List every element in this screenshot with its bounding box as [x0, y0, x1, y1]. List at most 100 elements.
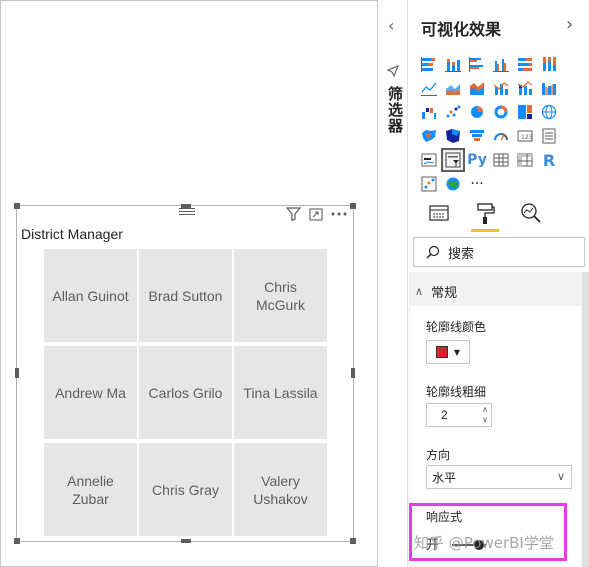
format-search-input[interactable]: 搜索: [413, 237, 585, 267]
ribbon-chart-icon[interactable]: [537, 76, 561, 100]
section-general-header[interactable]: ∧ 常规: [415, 282, 457, 301]
resize-handle-bottom-left[interactable]: [14, 538, 20, 544]
visual-header-icons: [286, 206, 347, 222]
blank-slot: [561, 52, 585, 76]
outline-weight-stepper[interactable]: 2 ∧ ∨: [426, 403, 492, 427]
slicer-tile[interactable]: Carlos Grilo: [139, 346, 232, 439]
slicer-tile[interactable]: Brad Sutton: [139, 249, 232, 342]
visual-type-gallery: 123 Py R ···: [417, 52, 585, 196]
chevron-up-icon: ∧: [415, 285, 424, 298]
slicer-tiles: Allan Guinot Brad Sutton Chris McGurk An…: [44, 249, 329, 536]
orientation-label: 方向: [426, 448, 451, 462]
section-title: 常规: [431, 286, 458, 301]
visualizations-pane-title: 可视化效果: [421, 20, 502, 39]
slicer-tile[interactable]: Annelie Zubar: [44, 443, 137, 536]
area-chart-icon[interactable]: [441, 76, 465, 100]
scatter-chart-icon[interactable]: [441, 100, 465, 124]
kpi-icon[interactable]: [417, 148, 441, 172]
waterfall-chart-icon[interactable]: [417, 100, 441, 124]
resize-handle-bottom-right[interactable]: [350, 538, 356, 544]
color-swatch: [435, 346, 448, 358]
svg-text:123: 123: [521, 134, 533, 141]
more-options-icon[interactable]: [331, 212, 347, 216]
more-visuals-icon[interactable]: ···: [465, 172, 489, 196]
orientation-dropdown[interactable]: 水平 ∨: [426, 465, 572, 489]
format-panel-scrollbar[interactable]: [582, 272, 589, 567]
outline-weight-value: 2: [441, 408, 448, 422]
map-icon[interactable]: [537, 100, 561, 124]
blank-slot: [561, 148, 585, 172]
slicer-visual[interactable]: District Manager Allan Guinot Brad Sutto…: [14, 203, 356, 544]
search-icon: [426, 245, 440, 259]
tab-fields[interactable]: [425, 202, 453, 232]
stacked-column-icon[interactable]: [441, 52, 465, 76]
arcgis-map-icon[interactable]: [441, 172, 465, 196]
slicer-type-icon[interactable]: [441, 148, 465, 172]
slicer-tile[interactable]: Chris Gray: [139, 443, 232, 536]
caret-down-icon: ▼: [453, 347, 461, 357]
slicer-tile[interactable]: Chris McGurk: [234, 249, 327, 342]
line-clustered-column-icon[interactable]: [489, 76, 513, 100]
key-influencers-icon[interactable]: [417, 172, 441, 196]
line-stacked-column-icon[interactable]: [513, 76, 537, 100]
filter-pane-icon[interactable]: [386, 62, 399, 81]
orientation-value: 水平: [432, 470, 457, 485]
stacked-area-icon[interactable]: [465, 76, 489, 100]
stacked-bar-icon[interactable]: [417, 52, 441, 76]
line-chart-icon[interactable]: [417, 76, 441, 100]
outline-color-picker[interactable]: ▼: [426, 340, 470, 364]
watermark: 知乎 @PowerBI学堂: [414, 534, 554, 552]
card-icon[interactable]: 123: [513, 124, 537, 148]
slicer-tile[interactable]: Tina Lassila: [234, 346, 327, 439]
slicer-tile[interactable]: Allan Guinot: [44, 249, 137, 342]
shape-map-icon[interactable]: [441, 124, 465, 148]
outline-weight-label: 轮廓线粗细: [426, 385, 487, 399]
100-stacked-bar-icon[interactable]: [513, 52, 537, 76]
slicer-title: District Manager: [21, 226, 123, 242]
treemap-icon[interactable]: [513, 100, 537, 124]
resize-handle-left[interactable]: [15, 368, 19, 378]
search-placeholder: 搜索: [448, 246, 475, 262]
filled-map-icon[interactable]: [417, 124, 441, 148]
multi-row-card-icon[interactable]: [537, 124, 561, 148]
fields-icon: [429, 205, 449, 221]
blank-slot: [561, 100, 585, 124]
filter-icon[interactable]: [286, 207, 301, 221]
gauge-chart-icon[interactable]: [489, 124, 513, 148]
slicer-tile[interactable]: Valery Ushakov: [234, 443, 327, 536]
blank-slot: [561, 76, 585, 100]
chevron-right-icon[interactable]: ›: [566, 14, 573, 35]
drag-grip-icon[interactable]: [179, 208, 195, 216]
resize-handle-bottom[interactable]: [181, 539, 191, 543]
blank-slot: [561, 124, 585, 148]
analytics-magnifier-icon: [521, 203, 541, 223]
slicer-tile[interactable]: Andrew Ma: [44, 346, 137, 439]
paint-roller-icon: [477, 203, 495, 224]
matrix-icon[interactable]: [513, 148, 537, 172]
100-stacked-column-icon[interactable]: [537, 52, 561, 76]
chevron-down-icon: ∨: [556, 470, 565, 483]
resize-handle-top-left[interactable]: [14, 203, 20, 209]
filters-pane-label[interactable]: 筛选器: [385, 86, 406, 134]
focus-mode-icon[interactable]: [309, 207, 323, 221]
filters-pane: ‹ 筛选器: [378, 0, 408, 567]
outline-color-label: 轮廓线颜色: [426, 320, 487, 334]
stepper-up-icon[interactable]: ∧: [482, 405, 488, 415]
donut-chart-icon[interactable]: [489, 100, 513, 124]
tab-format[interactable]: [471, 202, 499, 232]
pane-tabs: [425, 202, 545, 232]
resize-handle-right[interactable]: [351, 368, 355, 378]
visualizations-pane: 可视化效果 › 123 Py R ··· 搜索 ∧ 常规 轮廓线颜色 ▼ 轮廓线…: [409, 0, 589, 567]
chevron-left-icon[interactable]: ‹: [388, 16, 394, 35]
resize-handle-top-right[interactable]: [350, 203, 356, 209]
funnel-chart-icon[interactable]: [465, 124, 489, 148]
clustered-bar-icon[interactable]: [465, 52, 489, 76]
table-icon[interactable]: [489, 148, 513, 172]
stepper-down-icon[interactable]: ∨: [482, 415, 488, 425]
pie-chart-icon[interactable]: [465, 100, 489, 124]
python-visual-icon[interactable]: Py: [465, 148, 489, 172]
report-canvas: District Manager Allan Guinot Brad Sutto…: [0, 0, 378, 567]
tab-analytics[interactable]: [517, 202, 545, 232]
r-visual-icon[interactable]: R: [537, 148, 561, 172]
clustered-column-icon[interactable]: [489, 52, 513, 76]
